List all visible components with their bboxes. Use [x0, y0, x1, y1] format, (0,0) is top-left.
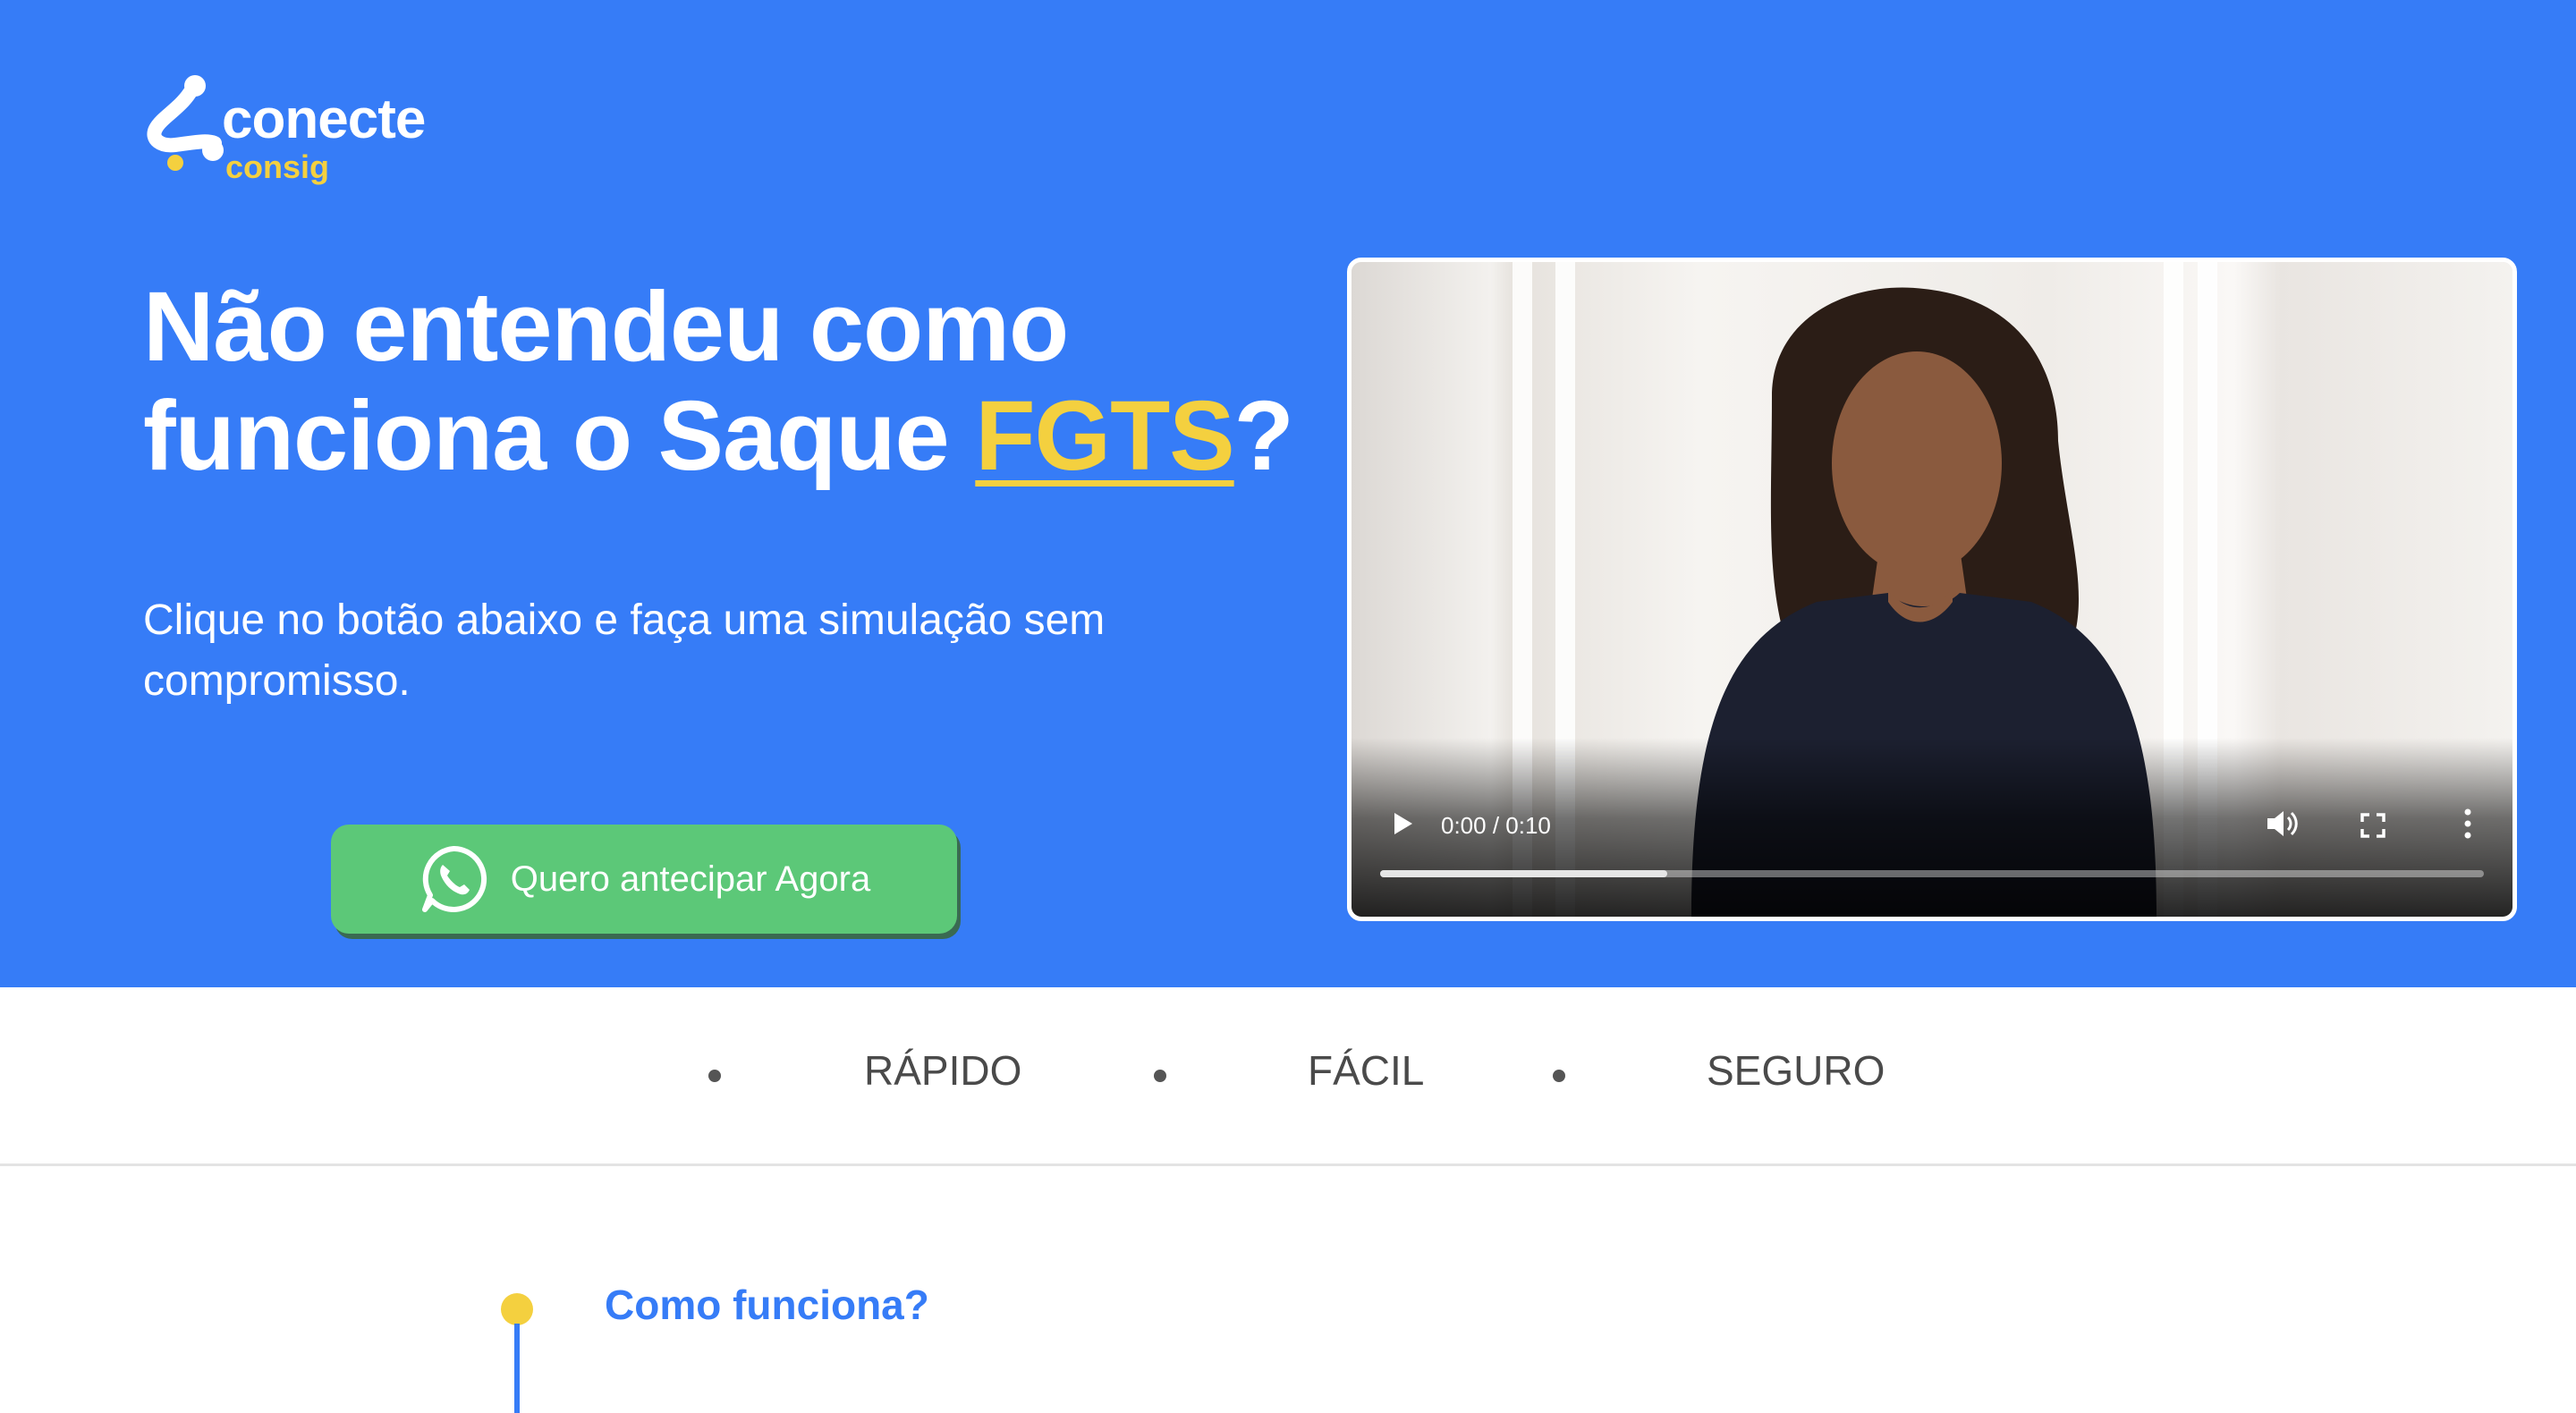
logo-mark-icon	[147, 75, 224, 171]
step-marker	[501, 1293, 533, 1325]
feature-seguro: SEGURO	[1707, 1047, 1885, 1094]
feature-facil: FÁCIL	[1308, 1047, 1425, 1094]
hero-subtext: Clique no botão abaixo e faça uma simula…	[143, 597, 1106, 705]
feature-bullet	[1553, 1070, 1565, 1082]
hero-section: conecte consig Não entendeu como funcion…	[0, 0, 2576, 987]
features-bar	[0, 987, 2576, 1166]
play-icon[interactable]	[1387, 809, 1416, 838]
headline-part2: ?	[1233, 381, 1294, 491]
fullscreen-icon[interactable]	[2359, 811, 2387, 840]
step-connector	[514, 1324, 520, 1413]
feature-rapido: RÁPIDO	[864, 1047, 1022, 1094]
video-controls: 0:00 / 0:10	[1352, 738, 2512, 917]
cta-label: Quero antecipar Agora	[510, 859, 871, 899]
logo-sub: consig	[225, 148, 330, 185]
volume-icon[interactable]	[2264, 808, 2300, 840]
video-time: 0:00 / 0:10	[1441, 812, 1551, 839]
headline-part1: Não entendeu como funciona o Saque	[143, 272, 1069, 491]
headline-accent: FGTS	[975, 381, 1234, 491]
how-it-works-title: Como funciona?	[605, 1282, 929, 1328]
feature-bullet	[1154, 1070, 1166, 1082]
more-options-icon[interactable]	[2462, 808, 2473, 840]
cta-whatsapp-button[interactable]: Quero antecipar Agora	[331, 825, 957, 934]
conecte-consig-logo[interactable]: conecte consig	[143, 73, 483, 190]
logo-name: conecte	[222, 89, 426, 150]
whatsapp-icon	[421, 845, 487, 912]
video-progress-bar[interactable]	[1380, 870, 2484, 877]
hero-headline: Não entendeu como funciona o Saque FGTS?	[143, 273, 1342, 491]
feature-bullet	[708, 1070, 721, 1082]
video-progress-fill	[1380, 870, 1667, 877]
video-player[interactable]: 0:00 / 0:10	[1347, 258, 2517, 921]
